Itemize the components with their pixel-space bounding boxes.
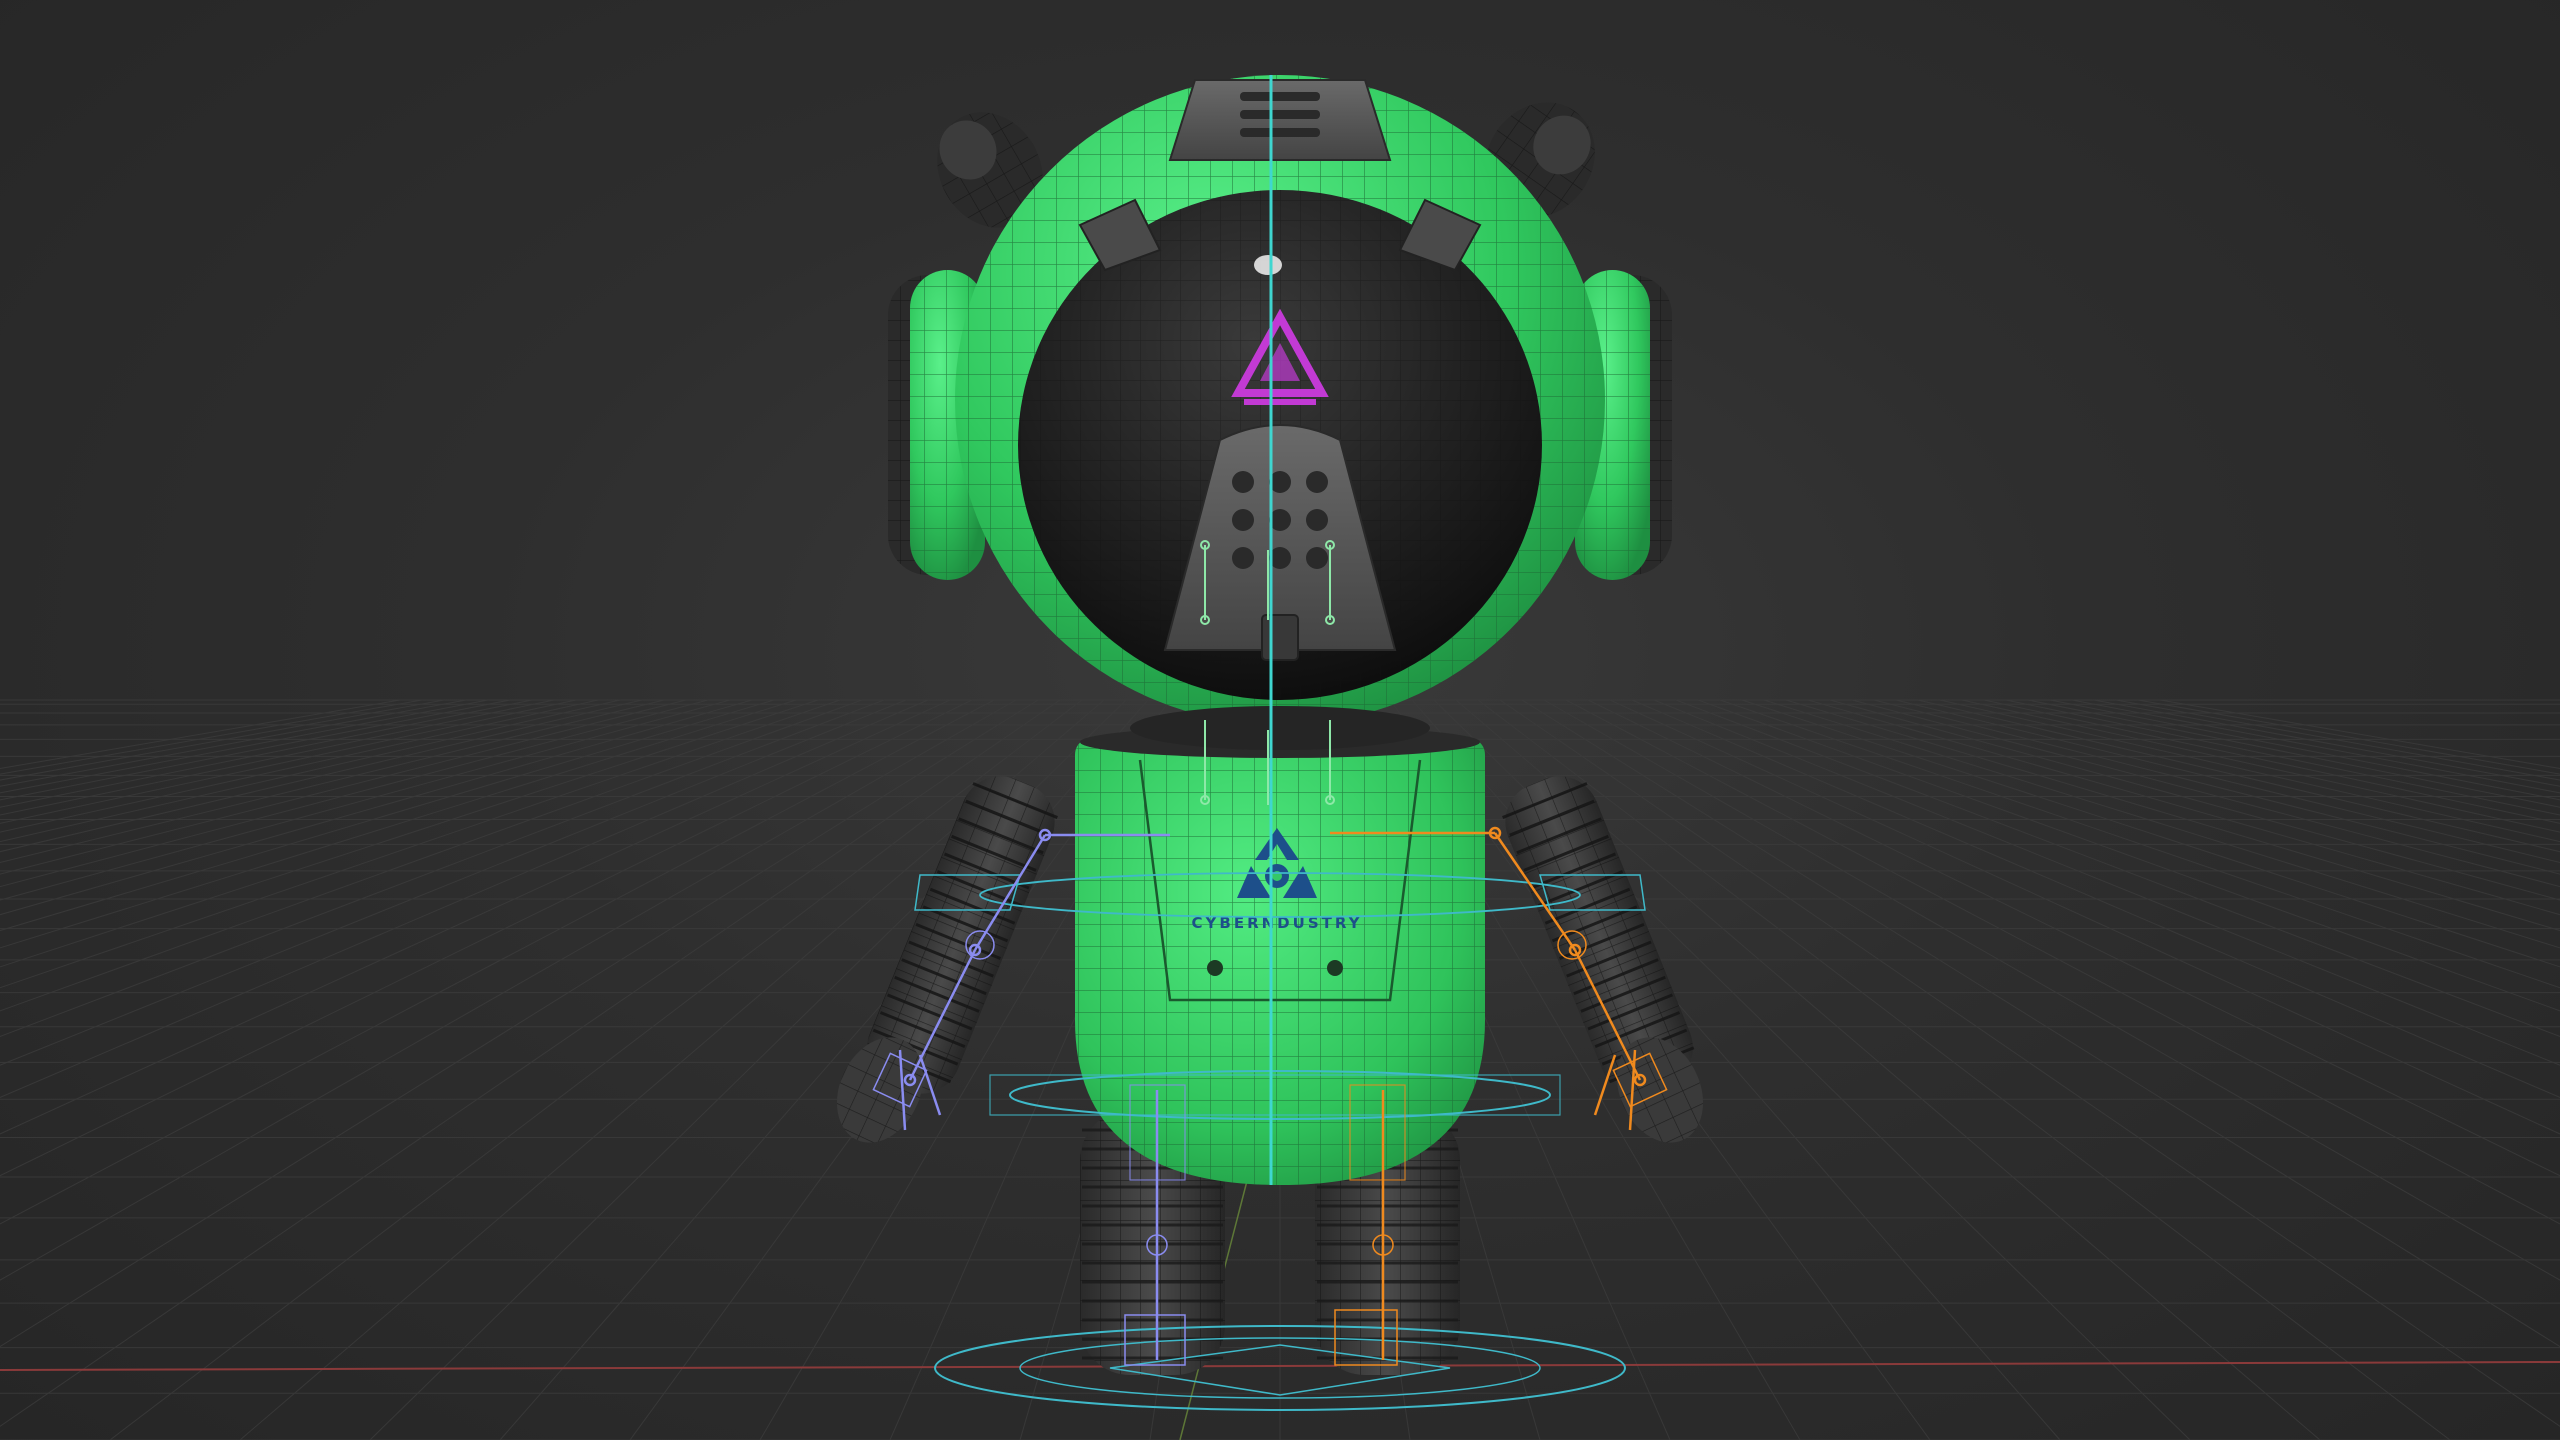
grid-line [1587,699,2560,1177]
grid-line [0,699,599,833]
grid-line [0,699,401,770]
grid-line [2071,699,2560,794]
grid-line [1785,699,2560,932]
mouth-holes [1232,471,1328,569]
grid-line [2115,699,2560,781]
grid-line [0,699,621,843]
grid-line [1807,699,2560,916]
grid-line [1939,699,2560,843]
grid-line [1741,699,2560,968]
grid-line [0,699,709,888]
grid-line [0,699,555,816]
grid-line [2159,699,2560,770]
grid-line [1895,699,2560,864]
grid-line [1873,699,2560,875]
grid-line [1719,699,2560,989]
grid-line [0,699,533,808]
grid-line [0,699,841,989]
grid-line [0,699,489,794]
grid-line [0,699,445,781]
grid-line [0,699,973,1177]
grid-line [1763,699,2560,949]
grid-line [0,699,775,932]
right-arm[interactable] [1493,764,1719,1157]
grid-line [2027,699,2560,808]
grid-line [0,699,995,1225]
grid-line [0,699,819,968]
grid-line [0,699,753,916]
left-arm[interactable] [821,764,1067,1157]
grid-line [0,699,863,1012]
grid-line [1961,699,2560,833]
grid-line [2093,699,2560,787]
robot-head[interactable] [888,75,1672,750]
grid-line [2005,699,2560,816]
grid-line [1543,699,2560,1281]
grid-line [0,699,467,787]
3d-viewport[interactable]: CYBERNDUSTRY [0,0,2560,1440]
grid-line [0,699,687,875]
grid-line [1565,699,2560,1225]
grid-line [0,699,665,864]
grid-line [1851,699,2560,888]
grid-line [1697,699,2560,1012]
grid-line [0,699,797,949]
